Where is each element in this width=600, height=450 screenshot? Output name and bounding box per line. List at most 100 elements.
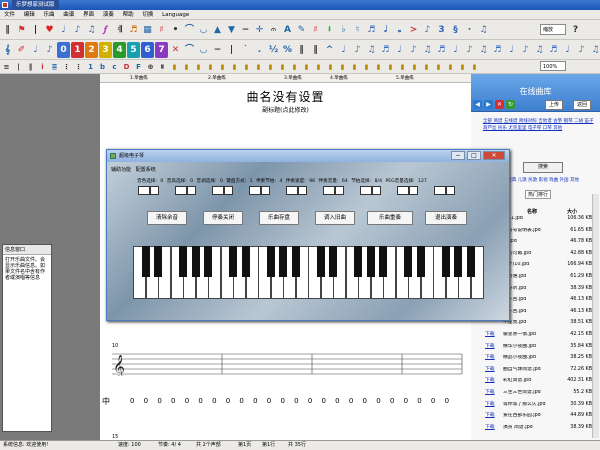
staff-icon[interactable]: ≣ [49, 61, 60, 73]
note-f-icon[interactable]: ♬ [379, 42, 392, 58]
note-t-icon[interactable]: ♪ [575, 42, 588, 58]
param-spinner-right[interactable] [150, 186, 159, 195]
shape-i-icon[interactable]: ▮ [265, 61, 276, 73]
staccato-icon[interactable]: ⋅ [463, 22, 476, 38]
param-spinner-right[interactable] [409, 186, 418, 195]
shape-u-icon[interactable]: ▮ [409, 61, 420, 73]
save-song-button[interactable]: 乐曲存盘 [259, 211, 299, 225]
menu-song[interactable]: 乐曲 [44, 12, 55, 18]
note-e-icon[interactable]: ♫ [365, 42, 378, 58]
list-item[interactable]: 下载 曲自气球简谱.jpd 72.26 KB [471, 367, 600, 379]
dash-icon[interactable]: − [211, 42, 224, 58]
param-spinner-right[interactable] [224, 186, 233, 195]
link[interactable]: 吉他谱 [538, 119, 552, 124]
shape-b-icon[interactable]: ▮ [181, 61, 192, 73]
param-spinner-left[interactable] [249, 186, 261, 195]
replay-button[interactable]: 乐曲重奏 [367, 211, 413, 225]
param-spinner-left[interactable] [360, 186, 372, 195]
hot-ranking-button[interactable]: 热门排行 [525, 190, 552, 199]
note-icon[interactable]: ♬ [127, 22, 140, 38]
black-key[interactable] [154, 246, 162, 277]
download-link[interactable]: 下载 [485, 402, 495, 408]
load-old-button[interactable]: 调入旧曲 [315, 211, 355, 225]
note-c-icon[interactable]: ♩ [337, 42, 350, 58]
black-key[interactable] [191, 246, 200, 277]
black-key[interactable] [229, 246, 237, 277]
pause-icon[interactable]: ‖ [1, 22, 14, 38]
note-b-icon[interactable]: ♪ [43, 42, 56, 58]
menu-file[interactable]: 文件 [4, 12, 15, 18]
link[interactable]: 电子琴 [528, 126, 542, 131]
download-link[interactable]: 下载 [485, 390, 495, 396]
numbered-notes[interactable]: 0 0 0 0 0 0 0 0 0 0 0 0 0 0 0 0 0 0 0 0 … [130, 397, 460, 405]
shape-h-icon[interactable]: ▮ [253, 61, 264, 73]
note-q-icon[interactable]: ♫ [533, 42, 546, 58]
rest-icon[interactable]: 𝄽 [323, 22, 336, 38]
note-r-icon[interactable]: ♬ [547, 42, 560, 58]
black-key[interactable] [354, 246, 362, 277]
beamed-note-icon[interactable]: ♫ [85, 22, 98, 38]
shape-n-icon[interactable]: ▮ [325, 61, 336, 73]
double-bar-icon[interactable]: ‖ [25, 61, 36, 73]
chord-icon[interactable]: ♯ [155, 22, 168, 38]
text-c-icon[interactable]: c [109, 61, 120, 73]
text-a-icon[interactable]: A [281, 22, 294, 38]
param-spinner-right[interactable] [372, 186, 381, 195]
link[interactable]: 葫芦丝 [483, 126, 497, 131]
list-item[interactable]: 下载 精品小夜曲.jpd 38.25 KB [471, 355, 600, 367]
scrollbar[interactable] [592, 194, 599, 438]
menu-play[interactable]: 演奏 [103, 12, 114, 18]
repeat-start-icon[interactable]: ‖ [295, 42, 308, 58]
fine-icon[interactable]: F [133, 61, 144, 73]
bar-icon[interactable]: | [225, 42, 238, 58]
num-0-button[interactable]: 0 [57, 42, 70, 58]
arpeggio-icon[interactable]: § [449, 22, 462, 38]
num-5-button[interactable]: 5 [127, 42, 140, 58]
black-key[interactable] [454, 246, 462, 277]
natural-icon[interactable]: ♮ [351, 22, 364, 38]
repeat-end-icon[interactable]: ‖ [309, 42, 322, 58]
link[interactable]: 全部 [483, 119, 492, 124]
note-g-icon[interactable]: ♩ [393, 42, 406, 58]
download-link[interactable]: 下载 [485, 413, 495, 419]
exit-play-button[interactable]: 退出演奏 [425, 211, 467, 225]
param-spinner-left[interactable] [175, 186, 187, 195]
shape-x-icon[interactable]: ▮ [445, 61, 456, 73]
minus-icon[interactable]: − [239, 22, 252, 38]
hat-icon[interactable]: ^ [323, 42, 336, 58]
half-note-icon[interactable]: 𝅗𝅥 [379, 22, 392, 38]
black-key[interactable] [441, 246, 450, 277]
link[interactable]: 民乐 [498, 126, 507, 131]
link[interactable]: 简线对照 [519, 119, 537, 124]
text-b-icon[interactable]: b [97, 61, 108, 73]
down-dot-icon[interactable]: . [253, 42, 266, 58]
black-key[interactable] [416, 246, 425, 277]
grid-icon[interactable]: ▦ [141, 22, 154, 38]
black-key[interactable] [379, 246, 387, 277]
shape-c-icon[interactable]: ▮ [193, 61, 204, 73]
black-key[interactable] [404, 246, 412, 277]
shape-g-icon[interactable]: ▮ [241, 61, 252, 73]
shape-p-icon[interactable]: ▮ [349, 61, 360, 73]
tie-icon[interactable]: ⌒ [183, 22, 196, 38]
download-link[interactable]: 下载 [485, 344, 495, 350]
download-link[interactable]: 下载 [485, 332, 495, 338]
shape-o-icon[interactable]: ▮ [337, 61, 348, 73]
delete-icon[interactable]: ✕ [169, 42, 182, 58]
list-item[interactable]: 不是我.jpd 38.51 KB [471, 320, 600, 332]
shape-k-icon[interactable]: ▮ [289, 61, 300, 73]
down-icon[interactable]: ▼ [225, 22, 238, 38]
segno-icon[interactable]: 𝄋 [157, 61, 168, 73]
black-key[interactable] [366, 246, 375, 277]
clef-icon[interactable]: 𝄞 [1, 42, 14, 58]
param-spinner-left[interactable] [434, 186, 446, 195]
list-item[interactable]: 下载 精华小夜曲.jpd 35.84 KB [471, 344, 600, 356]
dc-icon[interactable]: D [121, 61, 132, 73]
num-2-button[interactable]: 2 [85, 42, 98, 58]
param-spinner-right[interactable] [261, 186, 270, 195]
param-spinner-left[interactable] [286, 186, 298, 195]
shape-w-icon[interactable]: ▮ [433, 61, 444, 73]
barline-icon[interactable]: | [29, 22, 42, 38]
return-button[interactable]: 返回 [573, 100, 592, 110]
num-6-button[interactable]: 6 [141, 42, 154, 58]
